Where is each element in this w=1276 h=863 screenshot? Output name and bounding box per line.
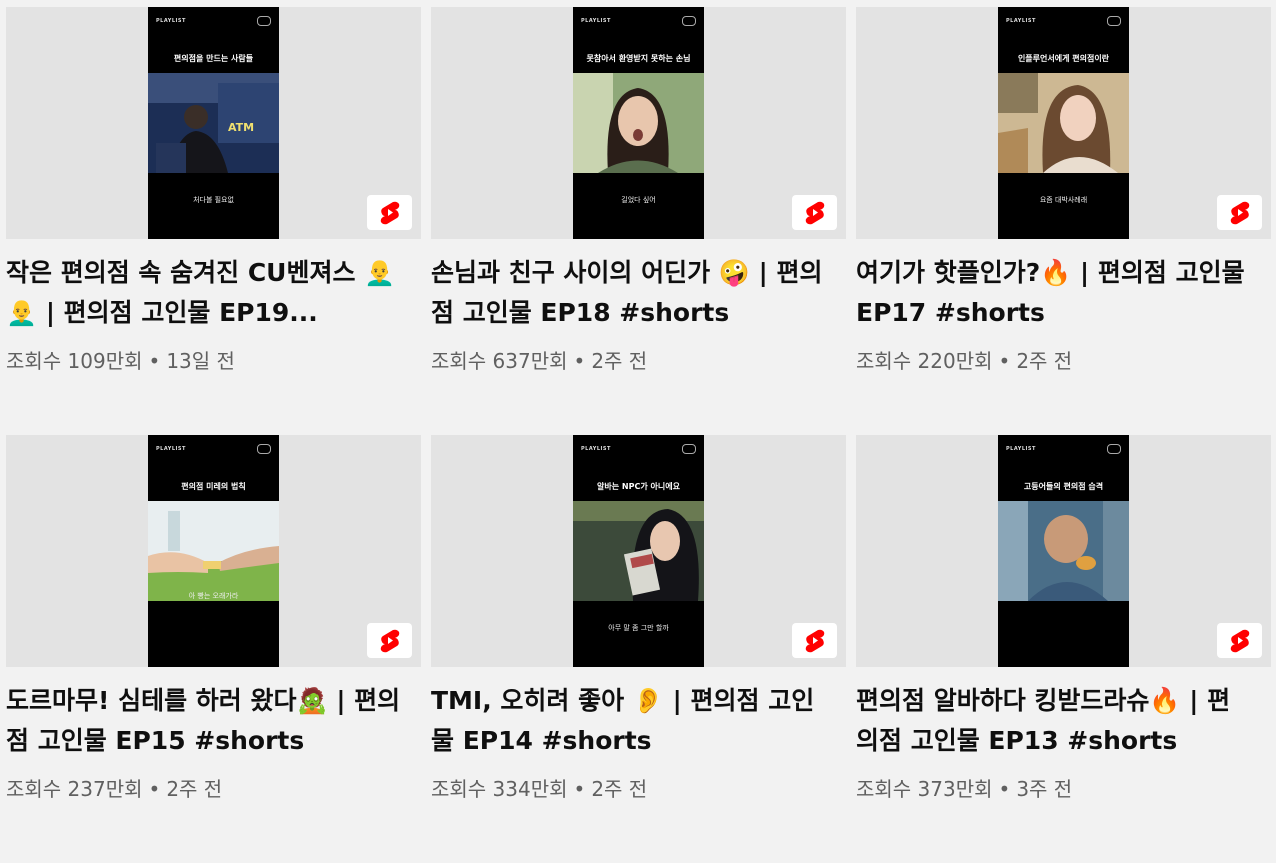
thumbnail-subtitle: 요즘 대박사례래 (1039, 196, 1088, 204)
thumbnail-scene (573, 73, 704, 173)
playlist-label: PLAYLIST (581, 18, 611, 24)
logo-icon (257, 444, 271, 454)
thumbnail-overlay-text: ATM (228, 121, 254, 134)
logo-icon (682, 444, 696, 454)
separator-dot: • (148, 777, 161, 801)
thumbnail-scene: ATM (148, 73, 279, 173)
video-title[interactable]: 손님과 친구 사이의 어딘가 🤪 | 편의점 고인물 EP18 #shorts (431, 253, 826, 333)
playlist-label: PLAYLIST (1006, 446, 1036, 452)
video-meta: 조회수 109만회 • 13일 전 (6, 345, 421, 374)
playlist-label: PLAYLIST (1006, 18, 1036, 24)
video-thumbnail[interactable]: PLAYLIST 편의점을 만드는 사람들 ATM 처다볼 필요없 (6, 7, 421, 239)
video-thumbnail[interactable]: PLAYLIST 알바는 NPC가 아니에요 아무 말 좀 그만 할까 (431, 435, 846, 667)
video-thumbnail[interactable]: PLAYLIST 편의점 미레의 법칙 아 빵는 오래가라 (6, 435, 421, 667)
upload-age: 13일 전 (166, 349, 235, 373)
video-card[interactable]: PLAYLIST 고등어들의 편의점 습격 편의점 알바하다 킹받드라슈🔥 | … (856, 435, 1271, 863)
video-meta: 조회수 334만회 • 2주 전 (431, 773, 846, 802)
video-card[interactable]: PLAYLIST 편의점 미레의 법칙 아 빵는 오래가라 도르마무! 심테를 … (6, 435, 421, 863)
separator-dot: • (998, 777, 1011, 801)
video-card[interactable]: PLAYLIST 편의점을 만드는 사람들 ATM 처다볼 필요없 작은 편의점… (6, 7, 421, 435)
video-meta: 조회수 637만회 • 2주 전 (431, 345, 846, 374)
video-title[interactable]: 편의점 알바하다 킹받드라슈🔥 | 편의점 고인물 EP13 #shorts (856, 681, 1251, 761)
thumbnail-scene (998, 73, 1129, 173)
view-count: 조회수 637만회 (431, 349, 568, 373)
thumbnail-frame: PLAYLIST 편의점을 만드는 사람들 ATM 처다볼 필요없 (148, 7, 279, 239)
view-count: 조회수 373만회 (856, 777, 993, 801)
shorts-badge (367, 623, 412, 658)
playlist-label: PLAYLIST (156, 18, 186, 24)
thumbnail-caption: 고등어들의 편의점 습격 (1023, 482, 1104, 491)
video-thumbnail[interactable]: PLAYLIST 고등어들의 편의점 습격 (856, 435, 1271, 667)
view-count: 조회수 237만회 (6, 777, 143, 801)
shorts-badge (792, 623, 837, 658)
playlist-label: PLAYLIST (581, 446, 611, 452)
video-title[interactable]: 작은 편의점 속 숨겨진 CU벤져스 👨‍🦲👨‍🦲 | 편의점 고인물 EP19… (6, 253, 401, 333)
youtube-shorts-icon (805, 629, 824, 652)
thumbnail-scene (573, 501, 704, 601)
thumbnail-caption: 못참아서 환영받지 못하는 손님 (586, 54, 691, 63)
video-title[interactable]: 도르마무! 심테를 하러 왔다🧟 | 편의점 고인물 EP15 #shorts (6, 681, 401, 761)
video-thumbnail[interactable]: PLAYLIST 인플루언서에게 편의점이란 요즘 대박사례래 (856, 7, 1271, 239)
upload-age: 2주 전 (591, 349, 648, 373)
youtube-shorts-icon (380, 201, 399, 224)
logo-icon (1107, 16, 1121, 26)
thumbnail-subtitle: 아 빵는 오래가라 (188, 592, 239, 600)
thumbnail-caption: 편의점을 만드는 사람들 (173, 54, 254, 63)
video-title[interactable]: 여기가 핫플인가?🔥 | 편의점 고인물 EP17 #shorts (856, 253, 1251, 333)
youtube-shorts-icon (1230, 629, 1249, 652)
video-card[interactable]: PLAYLIST 못참아서 환영받지 못하는 손님 길었다 싶어 손님과 친구 … (431, 7, 846, 435)
upload-age: 2주 전 (166, 777, 223, 801)
video-title[interactable]: TMI, 오히려 좋아 👂 | 편의점 고인물 EP14 #shorts (431, 681, 826, 761)
thumbnail-caption: 편의점 미레의 법칙 (181, 482, 246, 491)
view-count: 조회수 220만회 (856, 349, 993, 373)
shorts-badge (1217, 623, 1262, 658)
thumbnail-frame: PLAYLIST 편의점 미레의 법칙 아 빵는 오래가라 (148, 435, 279, 667)
thumbnail-caption: 알바는 NPC가 아니에요 (597, 482, 680, 491)
separator-dot: • (148, 349, 161, 373)
logo-icon (1107, 444, 1121, 454)
thumbnail-subtitle: 아무 말 좀 그만 할까 (608, 624, 669, 632)
separator-dot: • (573, 349, 586, 373)
youtube-shorts-icon (380, 629, 399, 652)
thumbnail-scene (148, 501, 279, 601)
video-card[interactable]: PLAYLIST 알바는 NPC가 아니에요 아무 말 좀 그만 할까 TMI,… (431, 435, 846, 863)
video-card[interactable]: PLAYLIST 인플루언서에게 편의점이란 요즘 대박사례래 여기가 핫플인가… (856, 7, 1271, 435)
thumbnail-subtitle: 처다볼 필요없 (193, 196, 234, 204)
logo-icon (682, 16, 696, 26)
upload-age: 3주 전 (1016, 777, 1073, 801)
thumbnail-subtitle: 길었다 싶어 (621, 196, 656, 204)
youtube-shorts-icon (805, 201, 824, 224)
video-meta: 조회수 220만회 • 2주 전 (856, 345, 1271, 374)
logo-icon (257, 16, 271, 26)
youtube-shorts-icon (1230, 201, 1249, 224)
playlist-label: PLAYLIST (156, 446, 186, 452)
view-count: 조회수 109만회 (6, 349, 143, 373)
upload-age: 2주 전 (1016, 349, 1073, 373)
thumbnail-frame: PLAYLIST 못참아서 환영받지 못하는 손님 길었다 싶어 (573, 7, 704, 239)
shorts-badge (792, 195, 837, 230)
thumbnail-caption: 인플루언서에게 편의점이란 (1017, 54, 1110, 63)
thumbnail-frame: PLAYLIST 알바는 NPC가 아니에요 아무 말 좀 그만 할까 (573, 435, 704, 667)
shorts-badge (1217, 195, 1262, 230)
thumbnail-frame: PLAYLIST 고등어들의 편의점 습격 (998, 435, 1129, 667)
view-count: 조회수 334만회 (431, 777, 568, 801)
shorts-grid: PLAYLIST 편의점을 만드는 사람들 ATM 처다볼 필요없 작은 편의점… (6, 7, 1271, 863)
upload-age: 2주 전 (591, 777, 648, 801)
thumbnail-frame: PLAYLIST 인플루언서에게 편의점이란 요즘 대박사례래 (998, 7, 1129, 239)
video-thumbnail[interactable]: PLAYLIST 못참아서 환영받지 못하는 손님 길었다 싶어 (431, 7, 846, 239)
separator-dot: • (998, 349, 1011, 373)
video-meta: 조회수 373만회 • 3주 전 (856, 773, 1271, 802)
separator-dot: • (573, 777, 586, 801)
video-meta: 조회수 237만회 • 2주 전 (6, 773, 421, 802)
thumbnail-scene (998, 501, 1129, 601)
shorts-badge (367, 195, 412, 230)
